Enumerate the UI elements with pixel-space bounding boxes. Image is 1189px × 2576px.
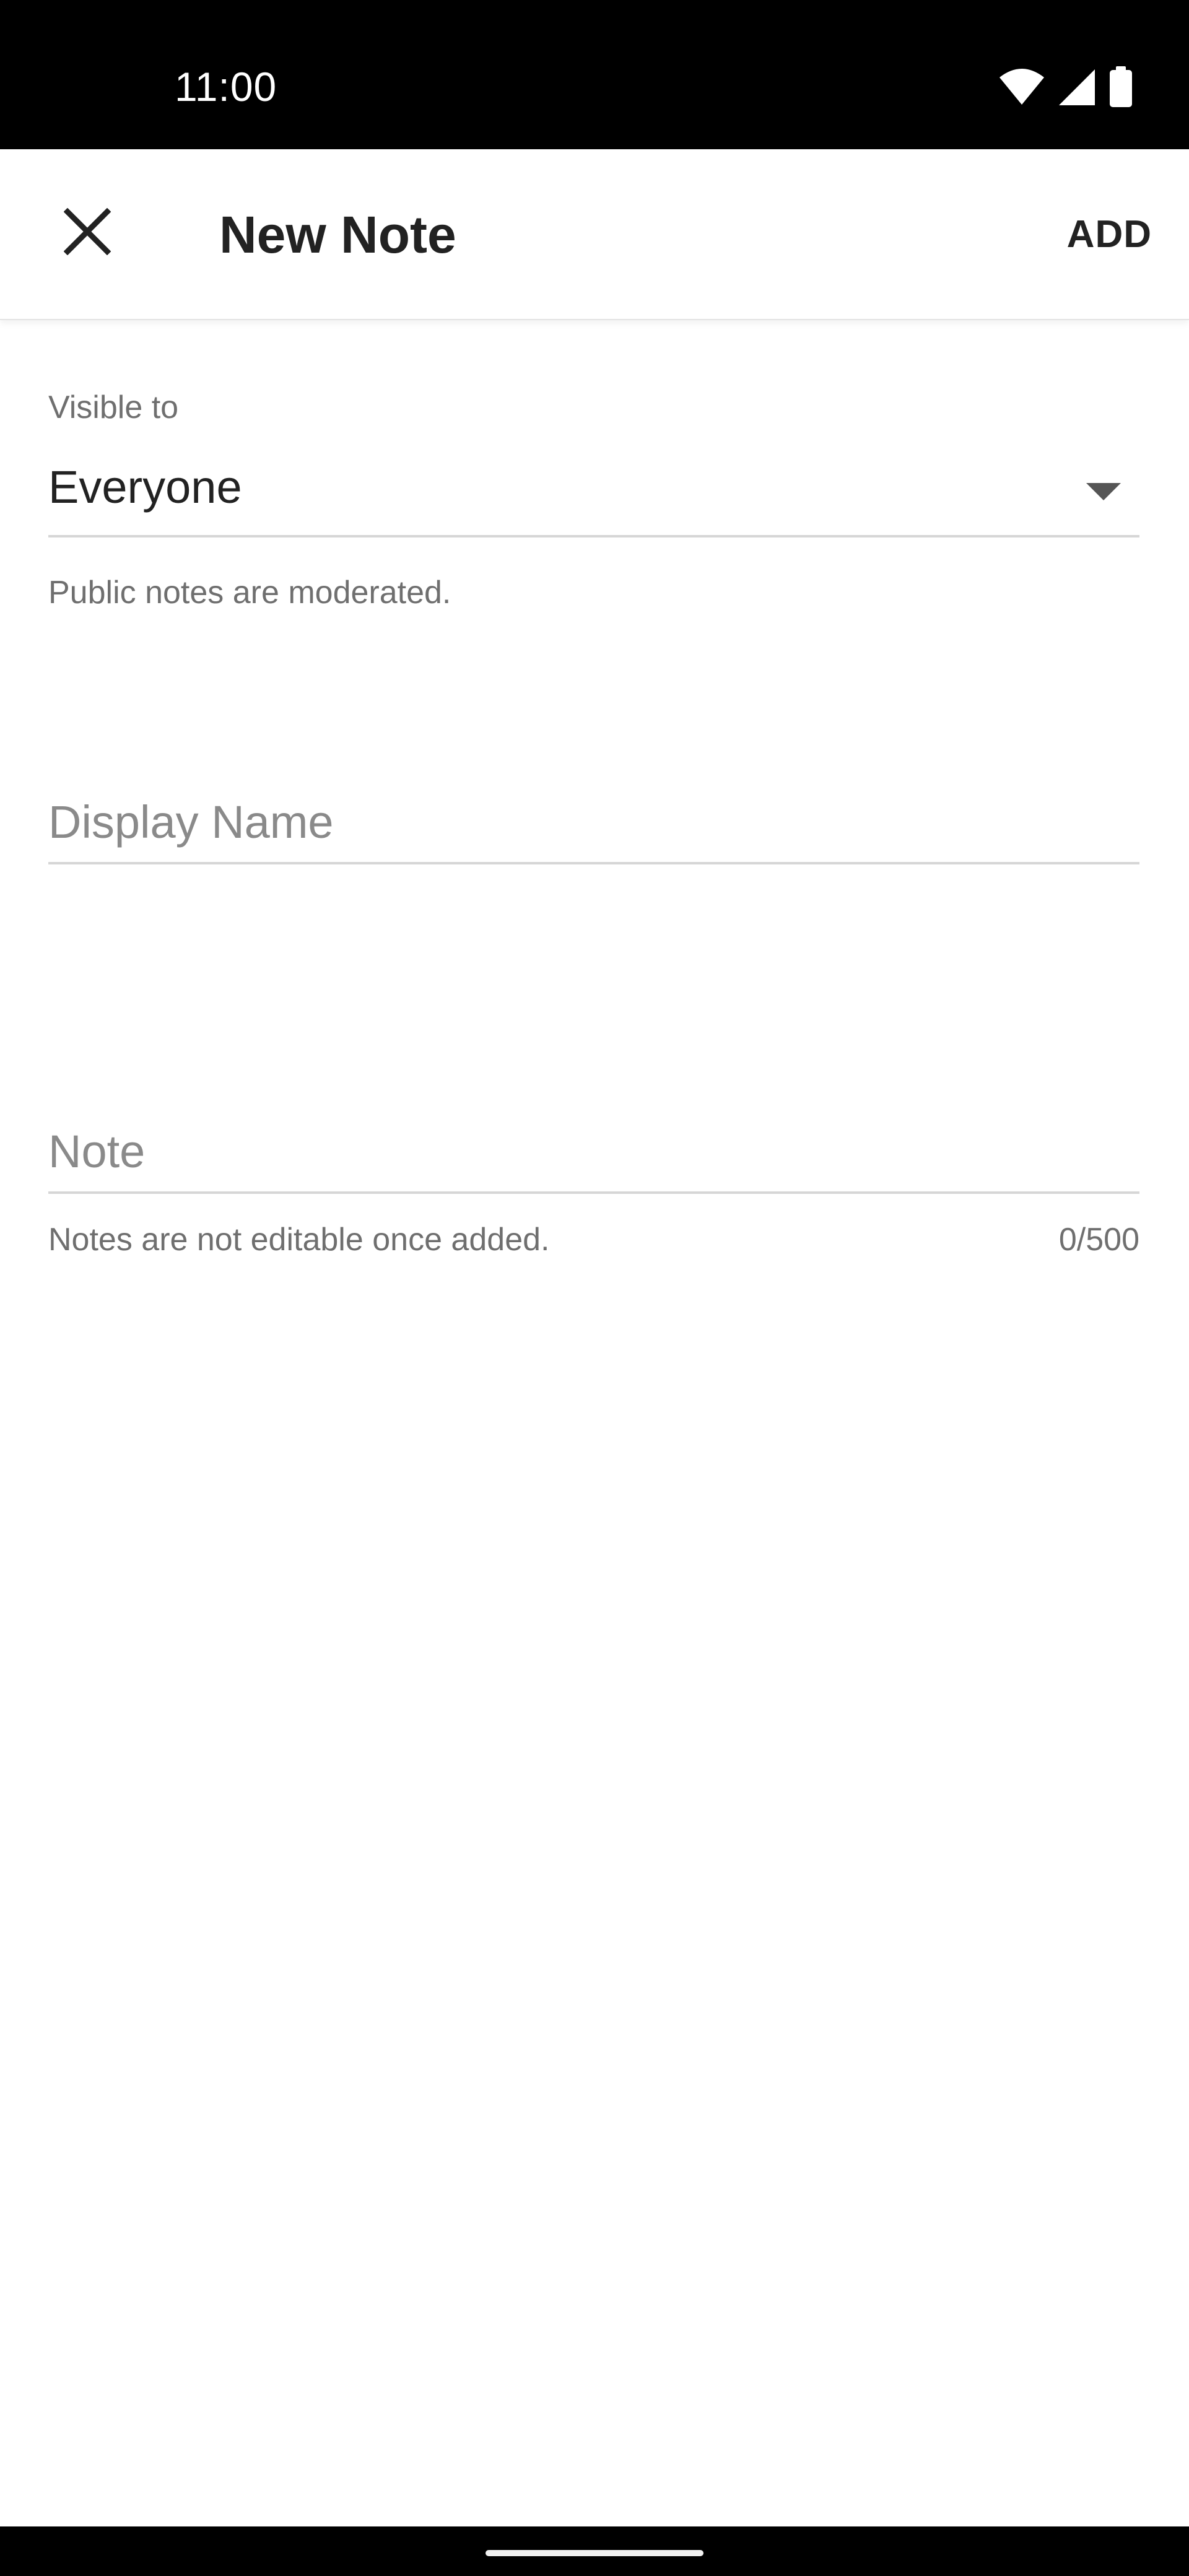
visibility-selected-value: Everyone — [48, 461, 242, 513]
status-bar: 11:00 — [0, 0, 1189, 149]
wifi-icon — [998, 68, 1045, 109]
add-button[interactable]: ADD — [1067, 204, 1152, 266]
status-time: 11:00 — [175, 64, 277, 110]
battery-icon — [1108, 66, 1133, 111]
home-gesture-handle[interactable] — [486, 2550, 703, 2556]
dropdown-arrow-icon — [1086, 483, 1121, 500]
display-name-input[interactable] — [48, 781, 1139, 864]
navigation-bar — [0, 2526, 1189, 2576]
page-title: New Note — [219, 206, 456, 264]
visibility-label: Visible to — [48, 389, 179, 425]
cellular-signal-icon — [1058, 68, 1096, 110]
note-character-counter: 0/500 — [1058, 1222, 1139, 1258]
app-bar: New Note ADD — [0, 149, 1189, 320]
visibility-select[interactable]: Everyone — [48, 452, 1139, 537]
status-icons — [998, 66, 1133, 111]
note-helper-text: Notes are not editable once added. — [48, 1222, 550, 1258]
note-input[interactable] — [48, 1111, 1139, 1194]
close-button[interactable] — [47, 193, 128, 273]
new-note-screen: 11:00 New Note ADD Visible to Everyone P… — [0, 0, 1189, 2576]
close-icon — [63, 207, 111, 258]
visibility-helper-text: Public notes are moderated. — [48, 575, 451, 611]
